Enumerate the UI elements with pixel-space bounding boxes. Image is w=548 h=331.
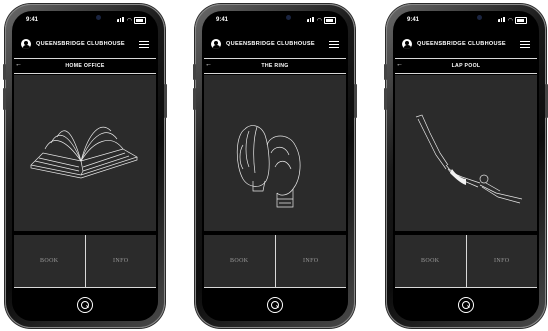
divider [204,287,346,288]
user-circle-icon[interactable] [211,39,221,49]
divider [14,73,156,74]
app-header: QUEENSBRIDGE CLUBHOUSE [12,33,158,55]
divider [395,73,537,74]
app-header: QUEENSBRIDGE CLUBHOUSE [393,33,539,55]
status-time: 9:41 [26,17,39,23]
room-title-bar: ← HOME OFFICE [12,59,158,73]
notch [52,11,118,25]
room-title: HOME OFFICE [65,63,105,69]
book-button[interactable]: BOOK [14,235,85,287]
phone-the-ring: 9:41 ◠ QUEENSBRIDGE CLUBHOUSE ← THE RING [193,4,357,328]
app-header: QUEENSBRIDGE CLUBHOUSE [202,33,348,55]
screen: 9:41 ◠ QUEENSBRIDGE CLUBHOUSE ← HOME OFF… [12,11,158,321]
status-time: 9:41 [407,17,420,23]
action-row: BOOK INFO [14,235,156,287]
battery-icon [134,17,146,24]
room-title: LAP POOL [451,63,481,69]
boxing-gloves-icon [236,125,301,208]
q-logo-icon[interactable] [267,297,283,313]
brand-title: QUEENSBRIDGE CLUBHOUSE [226,41,315,47]
q-logo-icon[interactable] [77,297,93,313]
divider [204,73,346,74]
illustration-panel [395,75,537,231]
open-book-icon [30,126,138,179]
action-row: BOOK INFO [204,235,346,287]
room-title-bar: ← THE RING [202,59,348,73]
divider [14,287,156,288]
info-button[interactable]: INFO [274,235,347,287]
room-title: THE RING [261,63,289,69]
book-button[interactable]: BOOK [395,235,466,287]
illustration-panel [204,75,346,231]
user-circle-icon[interactable] [21,39,31,49]
user-circle-icon[interactable] [402,39,412,49]
divider [395,287,537,288]
screen: 9:41 ◠ QUEENSBRIDGE CLUBHOUSE ← LAP POOL [393,11,539,321]
hamburger-menu-icon[interactable] [329,41,339,48]
room-title-bar: ← LAP POOL [393,59,539,73]
hamburger-menu-icon[interactable] [139,41,149,48]
illustration-panel [14,75,156,231]
wifi-icon: ◠ [507,18,513,24]
brand-title: QUEENSBRIDGE CLUBHOUSE [36,41,125,47]
notch [242,11,308,25]
bottom-bar [202,291,348,321]
battery-icon [515,17,527,24]
bottom-bar [12,291,158,321]
phone-home-office: 9:41 ◠ QUEENSBRIDGE CLUBHOUSE ← HOME OFF… [3,4,167,328]
status-time: 9:41 [216,17,229,23]
wifi-icon: ◠ [126,18,132,24]
brand-title: QUEENSBRIDGE CLUBHOUSE [417,41,506,47]
info-button[interactable]: INFO [84,235,157,287]
action-row: BOOK INFO [395,235,537,287]
screen: 9:41 ◠ QUEENSBRIDGE CLUBHOUSE ← THE RING [202,11,348,321]
wifi-icon: ◠ [316,18,322,24]
q-logo-icon[interactable] [458,297,474,313]
book-button[interactable]: BOOK [204,235,275,287]
notch [433,11,499,25]
phone-lap-pool: 9:41 ◠ QUEENSBRIDGE CLUBHOUSE ← LAP POOL [384,4,548,328]
hamburger-menu-icon[interactable] [520,41,530,48]
info-button[interactable]: INFO [465,235,538,287]
bottom-bar [393,291,539,321]
battery-icon [324,17,336,24]
diver-icon [415,114,523,204]
